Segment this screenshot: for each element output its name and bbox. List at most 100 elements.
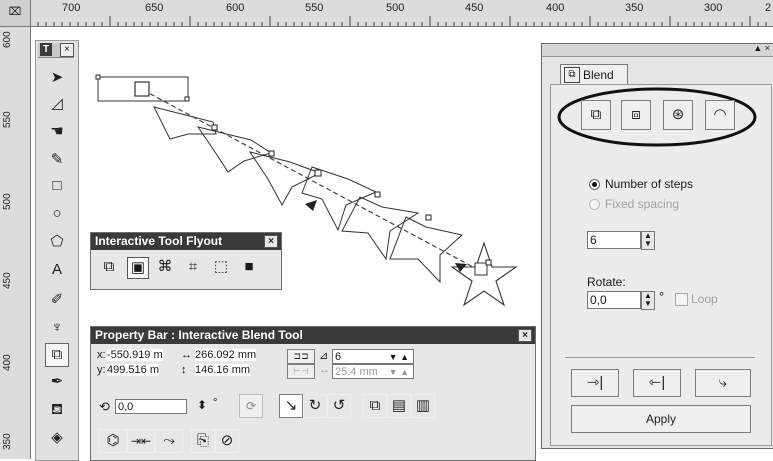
property-bar: Property Bar : Interactive Blend Tool × … [90, 326, 536, 461]
docker-steps-spinner[interactable]: ▲ ▼ [641, 231, 655, 250]
docker-steps-value: 6 [590, 233, 597, 247]
fill-tool-icon[interactable]: ⛾ [46, 399, 68, 421]
interactive-extrude-icon[interactable]: ⬚ [211, 257, 231, 277]
path-properties-button[interactable]: ⇥⇤ [127, 429, 155, 453]
interactive-blend-tool-icon[interactable]: ⧉ [45, 343, 69, 367]
apply-button[interactable]: Apply [571, 405, 751, 433]
blend-step-shape [153, 106, 217, 140]
blend-acceleration-tab-button[interactable]: ⧈ [621, 100, 651, 130]
ruler-label: 500 [2, 193, 13, 210]
ruler-label: 450 [2, 272, 13, 289]
ruler-label: 350 [2, 433, 13, 450]
start-end-properties-button[interactable]: ⌬ [99, 429, 127, 453]
flyout-titlebar[interactable]: Interactive Tool Flyout × [91, 233, 281, 250]
freehand-tool-icon[interactable]: ✎ [46, 149, 68, 171]
counterclockwise-blend-button[interactable]: ↺ [327, 394, 351, 418]
steps-spin-icon[interactable]: ▼ ▲ [389, 350, 409, 365]
eyedropper-tool-icon[interactable]: ✐ [46, 289, 68, 311]
node-handle[interactable] [425, 214, 432, 221]
docker-header[interactable]: ▲ × [542, 43, 773, 57]
blend-tab-label: Blend [583, 68, 614, 82]
node-handle[interactable] [314, 169, 322, 177]
rotate-field[interactable]: 0,0 [115, 399, 187, 414]
steps-field[interactable]: 6 ▼ ▲ [332, 349, 414, 364]
shape-tool-icon[interactable]: ◿ [46, 93, 68, 115]
height-field[interactable]: 146.16 mm [195, 364, 251, 376]
clockwise-blend-button[interactable]: ↻ [303, 394, 327, 418]
node-handle[interactable] [211, 124, 218, 131]
clear-blend-button[interactable]: ⊘ [215, 429, 239, 453]
interactive-drop-shadow-icon[interactable]: ■ [239, 257, 259, 277]
rotate-spin-icon[interactable]: ⬍ [197, 398, 207, 412]
blend-steps-tab-button[interactable]: ⧉ [581, 100, 611, 130]
next-blend-button[interactable]: ⇽| [633, 369, 681, 397]
docker-pin-close-icons[interactable]: ▲ × [753, 43, 770, 53]
blend-start-handle[interactable] [134, 81, 150, 97]
blend-arrow-icon[interactable] [305, 200, 317, 211]
text-tool-icon[interactable]: A [46, 259, 68, 281]
flyout-close-button[interactable]: × [264, 235, 278, 248]
fixed-spacing-label: Fixed spacing [605, 197, 680, 211]
ruler-label: 700 [62, 2, 81, 14]
node-handle[interactable] [95, 74, 101, 80]
spacing-spin-icon[interactable]: ▼ ▲ [389, 365, 409, 380]
x-label: x: [97, 349, 106, 361]
docker-steps-field[interactable]: 6 [587, 231, 641, 249]
blend-acceleration-button[interactable]: ▥ [411, 394, 435, 418]
property-bar-close-button[interactable]: × [518, 329, 532, 342]
interactive-fill-tool-icon[interactable]: ◈ [46, 427, 68, 449]
polygon-tool-icon[interactable]: ⬠ [46, 231, 68, 253]
property-bar-title: Property Bar : Interactive Blend Tool [95, 328, 303, 342]
node-handle[interactable] [268, 150, 275, 157]
copy-blend-properties-button[interactable]: ⎘ [191, 429, 215, 453]
ellipse-tool-icon[interactable]: ○ [46, 203, 68, 225]
spacing-field[interactable]: 25.4 mm ▼ ▲ [332, 364, 414, 379]
blend-spacing-mode-button[interactable]: ⊢⊣ [287, 364, 315, 379]
blend-tab[interactable]: ⧉ Blend [560, 64, 628, 85]
interactive-contour-icon[interactable]: ▣ [127, 257, 149, 279]
interactive-blend-icon[interactable]: ⧉ [99, 257, 119, 277]
blend-color-tab-button[interactable]: ⊛ [663, 100, 693, 130]
divider [565, 357, 755, 358]
pick-tool-icon[interactable]: ➤ [46, 67, 68, 89]
x-position-field[interactable]: -550.919 m [107, 349, 163, 361]
toolbox: T × ➤ ◿ ☚ ✎ □ ○ ⬠ A ✐ ♆ ⧉ ✒ ⛾ ◈ [35, 40, 79, 461]
pen-tool-icon[interactable]: ✒ [46, 371, 68, 393]
node-handle[interactable] [184, 96, 190, 102]
blend-tab-page: ⧉ ⧈ ⊛ ◠ Number of steps Fixed spacing 6 … [550, 84, 772, 446]
ruler-origin-button[interactable]: ⌧ [0, 0, 31, 27]
direct-blend-button[interactable]: ↘ [279, 394, 303, 418]
docker-rotate-field[interactable]: 0,0 [587, 291, 641, 309]
node-handle[interactable] [374, 191, 381, 198]
color-blend-button[interactable]: ▤ [387, 394, 411, 418]
outline-tool-icon[interactable]: ♆ [46, 317, 68, 339]
horizontal-ruler[interactable]: 700 650 600 550 500 450 400 350 300 2 [0, 0, 773, 27]
interactive-distortion-icon[interactable]: ⌘ [155, 257, 175, 277]
more-blend-options-button[interactable]: ⤳ [155, 429, 183, 453]
interactive-envelope-icon[interactable]: ⌗ [183, 257, 203, 277]
blend-docker: ▲ × ⧉ Blend ⧉ ⧈ ⊛ ◠ Number of steps Fixe… [541, 43, 773, 449]
toolbox-close-button[interactable]: × [60, 43, 74, 57]
object-color-acceleration-button[interactable]: ⧉ [363, 394, 387, 418]
blend-path-button[interactable]: ⤷ [695, 369, 751, 397]
flyout-title: Interactive Tool Flyout [95, 234, 223, 248]
blend-misc-tab-button[interactable]: ◠ [705, 100, 735, 130]
vertical-ruler[interactable]: 600 550 500 450 400 350 [0, 26, 31, 459]
loop-blend-button[interactable]: ⟳ [239, 394, 263, 418]
ruler-label: 400 [546, 2, 565, 14]
width-field[interactable]: 266.092 mm [195, 349, 257, 361]
blend-steps-mode-button[interactable]: ⊐⊐ [287, 349, 315, 364]
rotate-value: 0,0 [118, 401, 134, 413]
number-of-steps-radio[interactable] [589, 179, 600, 190]
node-handle[interactable] [485, 259, 492, 266]
pan-hand-tool-icon[interactable]: ☚ [46, 121, 68, 143]
fixed-spacing-radio[interactable] [589, 199, 600, 210]
previous-blend-button[interactable]: ⇾| [571, 369, 619, 397]
loop-checkbox[interactable] [675, 293, 688, 306]
docker-rotate-spinner[interactable]: ▲ ▼ [641, 291, 655, 310]
ruler-label: 450 [465, 2, 484, 14]
blend-end-handle[interactable] [474, 262, 488, 276]
rectangle-tool-icon[interactable]: □ [46, 175, 68, 197]
y-position-field[interactable]: 499.516 m [107, 364, 159, 376]
property-bar-titlebar[interactable]: Property Bar : Interactive Blend Tool × [91, 327, 535, 344]
